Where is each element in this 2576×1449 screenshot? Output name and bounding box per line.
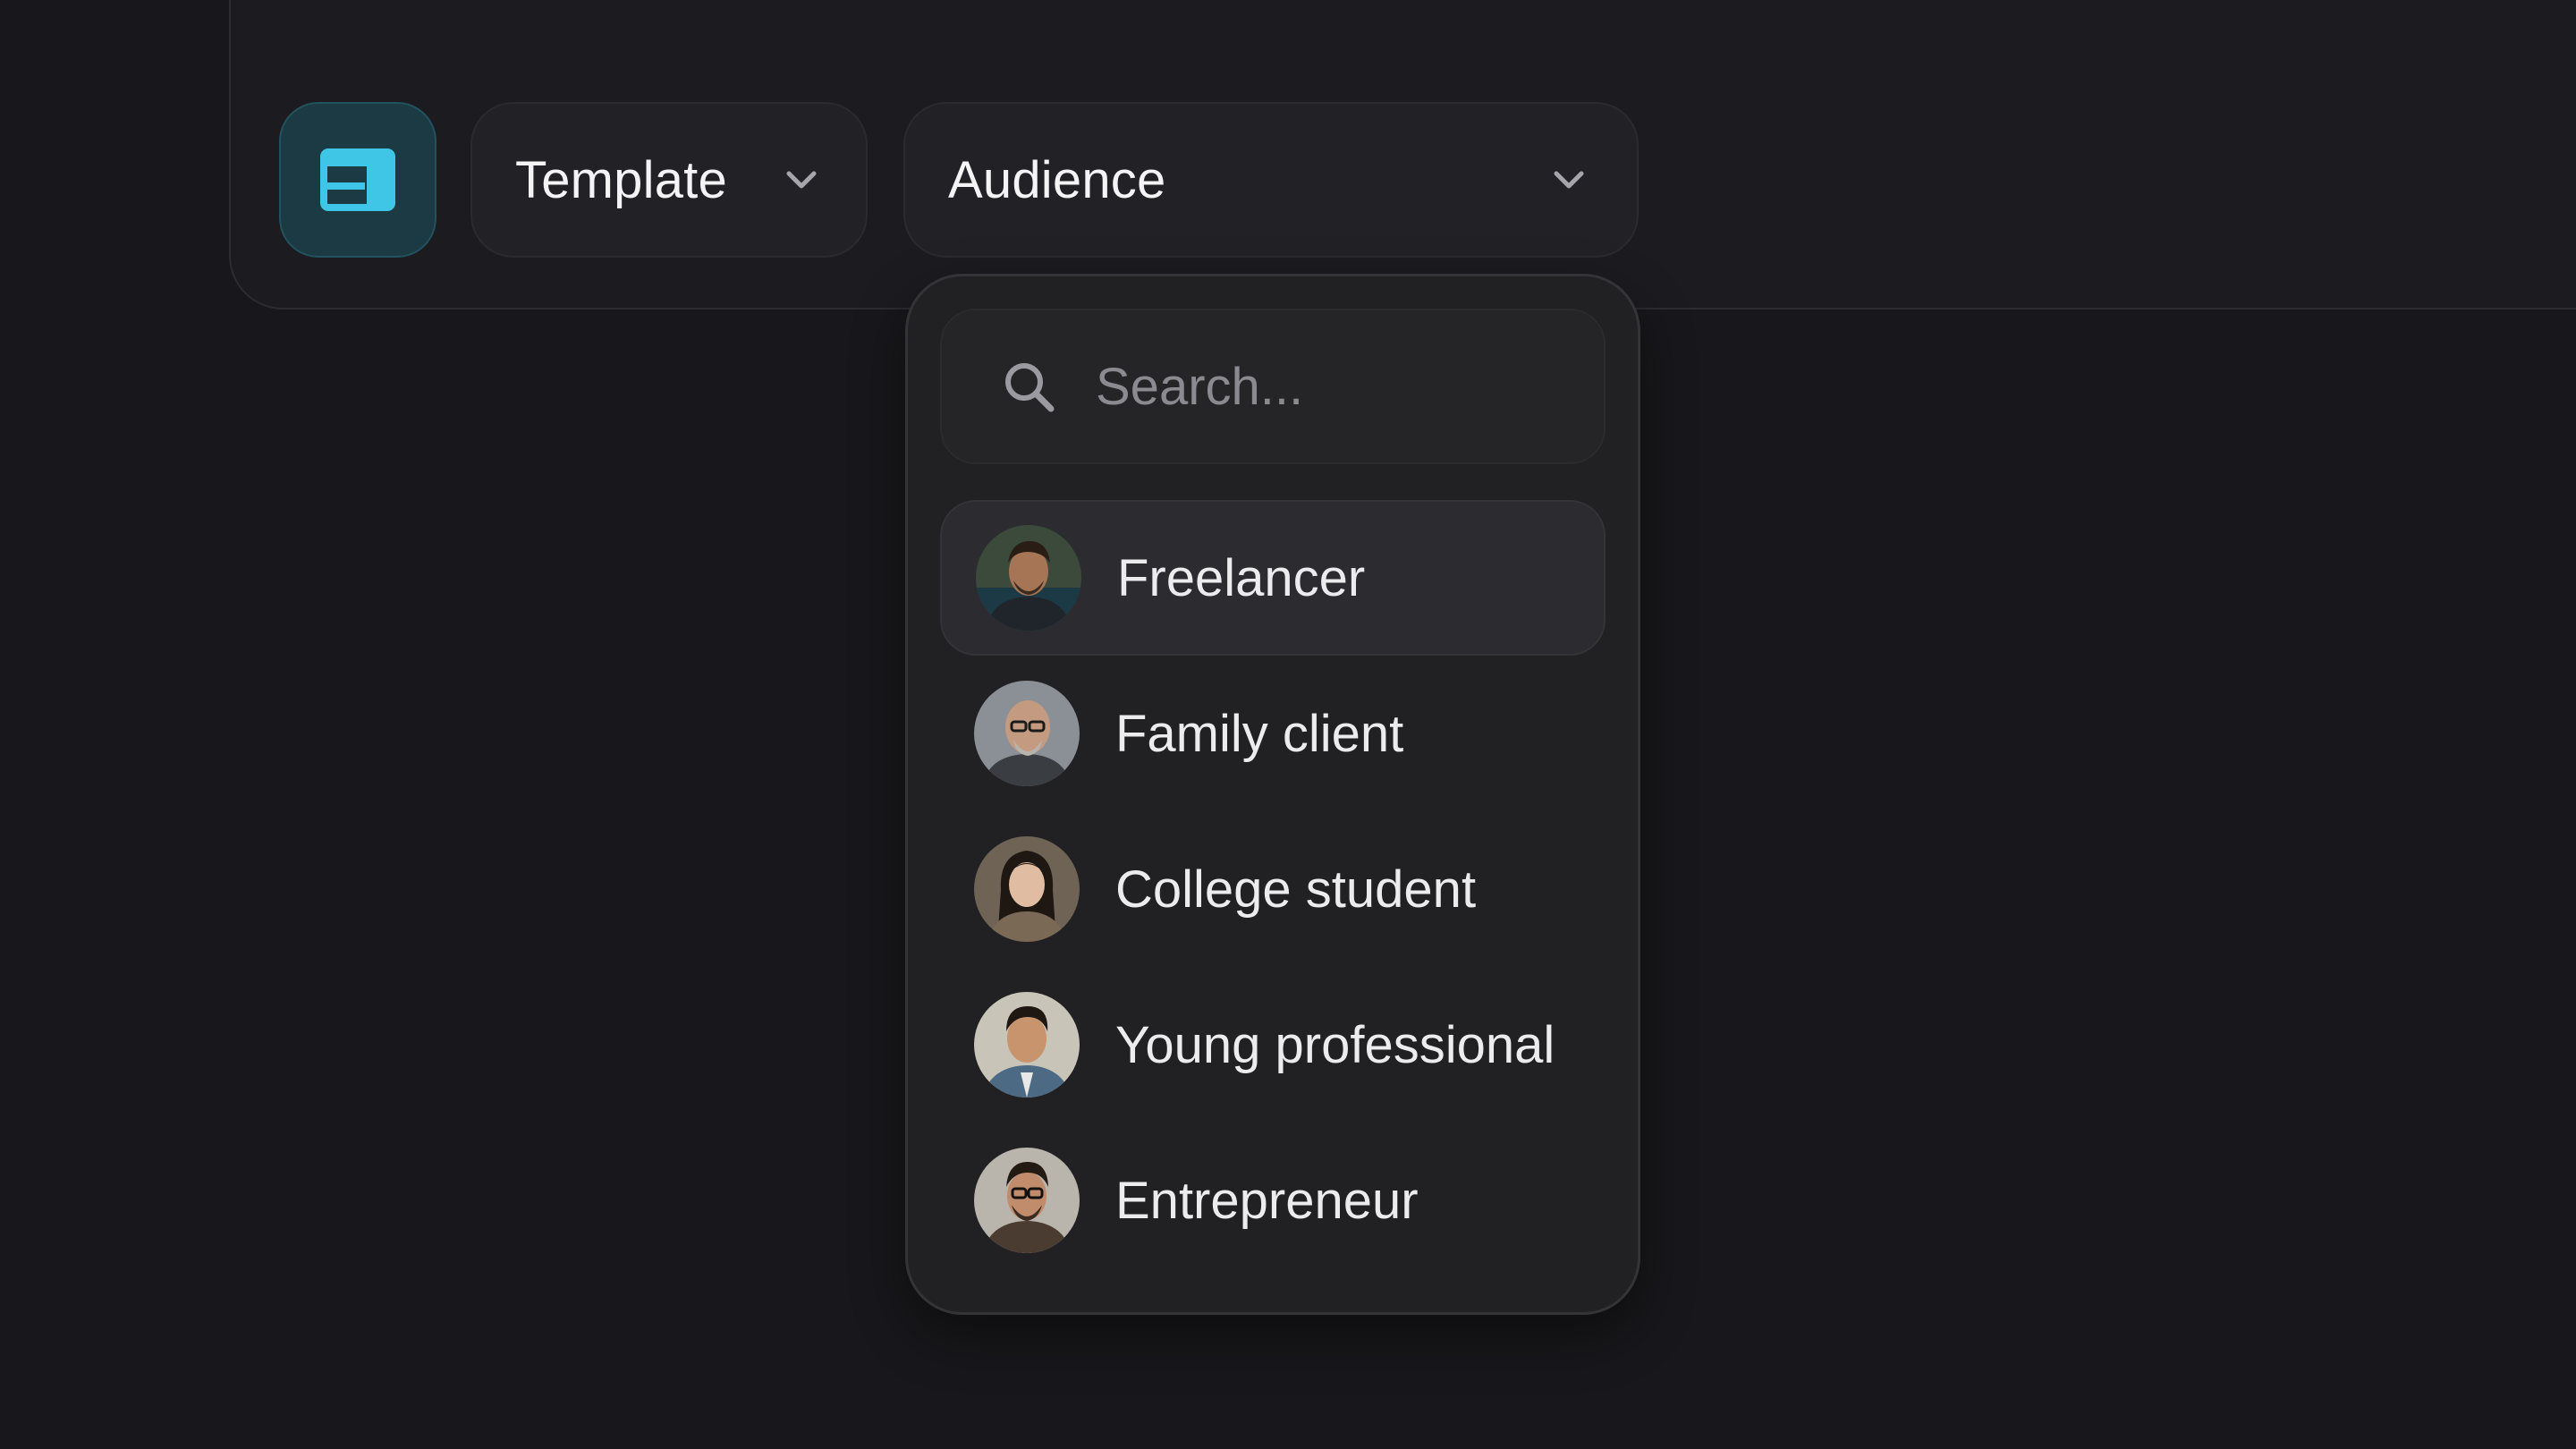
audience-select[interactable]: Audience (903, 102, 1639, 258)
avatar-family-client (974, 681, 1080, 786)
avatar-entrepreneur (974, 1148, 1080, 1253)
option-family-client[interactable]: Family client (940, 656, 1606, 811)
option-label: Family client (1115, 704, 1404, 763)
avatar-college-student (974, 836, 1080, 942)
search-input[interactable] (1096, 310, 1579, 462)
audience-dropdown-menu: Freelancer Family client (905, 274, 1640, 1315)
avatar-freelancer (976, 525, 1081, 631)
layout-panel-icon (320, 148, 395, 211)
chevron-down-icon (786, 171, 817, 189)
option-label: Entrepreneur (1115, 1171, 1419, 1230)
template-select[interactable]: Template (470, 102, 868, 258)
search-box[interactable] (940, 309, 1606, 464)
option-label: Freelancer (1117, 548, 1366, 607)
template-select-label: Template (515, 150, 727, 209)
audience-option-list: Freelancer Family client College student… (940, 500, 1606, 1278)
chevron-down-icon (1554, 171, 1584, 189)
option-freelancer[interactable]: Freelancer (940, 500, 1606, 656)
option-label: Young professional (1115, 1015, 1555, 1074)
app-canvas: Template Audience Search... Freelancer F… (0, 0, 2576, 1449)
option-entrepreneur[interactable]: Entrepreneur (940, 1123, 1606, 1278)
option-college-student[interactable]: College student (940, 811, 1606, 967)
option-label: College student (1115, 860, 1477, 919)
layout-toggle-button[interactable] (279, 102, 436, 258)
audience-select-label: Audience (948, 150, 1166, 209)
avatar-young-professional (974, 992, 1080, 1097)
search-icon (1005, 363, 1055, 412)
option-young-professional[interactable]: Young professional (940, 967, 1606, 1123)
